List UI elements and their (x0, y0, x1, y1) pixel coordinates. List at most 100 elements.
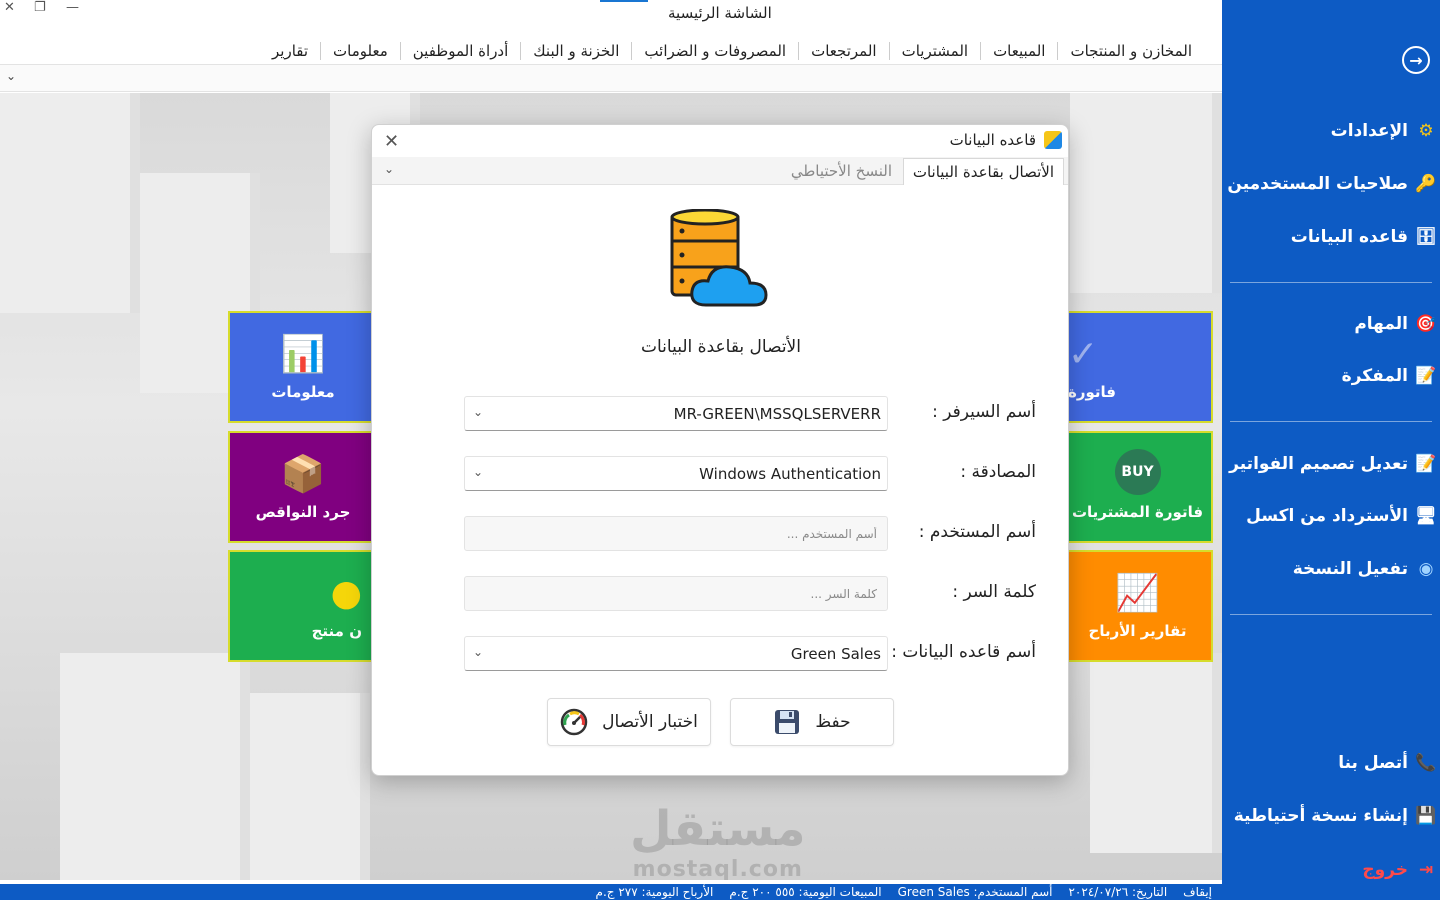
chevron-down-icon: ⌄ (473, 645, 484, 659)
username-field[interactable] (464, 516, 888, 551)
username-label: أسم المستخدم : (918, 522, 1036, 542)
test-connection-label: اختبار الأتصال (602, 712, 698, 732)
title-accent (600, 0, 648, 2)
sidebar-item-label: إنشاء نسخة أحتياطية (1233, 806, 1408, 826)
watermark-arabic: مستقل (630, 801, 806, 857)
target-icon: 🎯 (1415, 314, 1437, 334)
tile-profit-reports[interactable]: 📈 تقارير الأرباح (1062, 550, 1213, 662)
chevron-down-icon: ⌄ (473, 465, 484, 479)
sidebar-item-notepad[interactable]: 📝 المفكرة (1222, 358, 1440, 394)
menu-employees[interactable]: أدراة الموظفين (399, 42, 521, 60)
sidebar-item-label: تفعيل النسخة (1292, 559, 1408, 579)
check-icon: ✓ (1068, 334, 1099, 375)
server-select[interactable]: ⌄ MR-GREEN\MSSQLSERVERR (464, 396, 888, 431)
database-label: أسم قاعده البيانات : (891, 642, 1036, 662)
phone-icon: 📞 (1415, 753, 1437, 773)
watermark-url: mostaql.com (632, 857, 803, 880)
menu-purchases[interactable]: المشتريات (888, 42, 980, 60)
tile-shortage-label: جرد النواقص (255, 503, 351, 521)
database-icon: 🗄 (1415, 227, 1437, 247)
sidebar-divider (1230, 614, 1432, 615)
auth-row: المصادقة : ⌄ Windows Authentication (462, 456, 1052, 492)
dialog-title: قاعده البيانات (949, 131, 1036, 149)
database-cloud-icon (670, 209, 768, 307)
sidebar-item-contact[interactable]: 📞 أتصل بنا (1222, 745, 1440, 781)
sidebar-item-permissions[interactable]: 🔑 صلاحيات المستخدمين (1222, 166, 1440, 202)
sidebar-item-invoice-design[interactable]: 📝 تعديل تصميم الفواتير (1222, 446, 1440, 482)
floppy-disk-icon: 💾 (1415, 806, 1437, 826)
restore-window-button[interactable]: ❐ (34, 0, 46, 15)
sidebar-item-exit[interactable]: ⇥ خروج (1222, 852, 1440, 888)
tile-sales-invoice[interactable]: ✓ فاتورة (1062, 311, 1213, 423)
status-user: أسم المستخدم: Green Sales (897, 885, 1053, 899)
tile-product-label: ن منتج (311, 622, 362, 640)
tile-shortage[interactable]: 📦 جرد النواقص (228, 431, 378, 543)
monitor-icon: 🖥 (1415, 506, 1437, 526)
dialog-heading: الأتصال بقاعدة البيانات (641, 337, 801, 357)
menu-reports[interactable]: تقارير (260, 42, 320, 60)
sidebar-item-label: المهام (1354, 314, 1408, 334)
arrow-right-circle-icon[interactable]: → (1402, 46, 1430, 74)
edit-document-icon: 📝 (1415, 454, 1437, 474)
chevron-down-icon[interactable]: ⌄ (6, 69, 16, 83)
sidebar-item-label: المفكرة (1341, 366, 1408, 386)
close-icon[interactable]: ✕ (384, 131, 399, 152)
product-icon: ● (330, 573, 362, 614)
tile-purchase-invoice-label: فاتورة المشتريات (1071, 503, 1204, 521)
background-cube (250, 693, 370, 880)
password-field[interactable] (464, 576, 888, 611)
test-connection-button[interactable]: اختبار الأتصال (547, 698, 711, 746)
dialog-tabs: الأتصال بقاعدة البيانات النسخ الأحتياطي … (372, 157, 1068, 185)
minimize-window-button[interactable]: — (66, 0, 79, 15)
background-cube (1070, 93, 1222, 293)
dialog-title-bar: قاعده البيانات (950, 131, 1062, 149)
tab-db-connection[interactable]: الأتصال بقاعدة البيانات (902, 158, 1064, 185)
sidebar-item-label: تعديل تصميم الفواتير (1229, 454, 1408, 474)
main-menu: المخازن و المنتجات المبيعات المشتريات ال… (0, 36, 1222, 66)
tab-backup[interactable]: النسخ الأحتياطي (782, 158, 901, 185)
sidebar-item-settings[interactable]: ⚙ الإعدادات (1222, 113, 1440, 149)
database-icon (1044, 131, 1062, 149)
ribbon-bar: ⌄ (0, 64, 1222, 92)
tile-info[interactable]: 📊 معلومات (228, 311, 378, 423)
watermark: مستقل mostaql.com (630, 801, 806, 880)
sidebar: → ⚙ الإعدادات 🔑 صلاحيات المستخدمين 🗄 قاع… (1222, 0, 1440, 900)
sidebar-item-tasks[interactable]: 🎯 المهام (1222, 306, 1440, 342)
close-window-button[interactable]: ✕ (4, 0, 15, 15)
database-select[interactable]: ⌄ Green Sales (464, 636, 888, 671)
notepad-icon: 📝 (1415, 366, 1437, 386)
buy-icon: BUY (1114, 449, 1161, 495)
database-dialog: قاعده البيانات ✕ الأتصال بقاعدة البيانات… (371, 124, 1069, 776)
menu-expenses[interactable]: المصروفات و الضرائب (631, 42, 798, 60)
auth-value: Windows Authentication (699, 464, 881, 483)
sidebar-item-label: الإعدادات (1330, 121, 1408, 141)
status-daily-profit: الأرباح اليومية: ٢٧٧ ج.م (595, 885, 714, 899)
floppy-disk-icon (773, 708, 801, 736)
save-button-label: حفظ (815, 712, 851, 732)
menu-info[interactable]: معلومات (320, 42, 400, 60)
status-bar: إيقاف التاريخ: ٢٠٢٤/٠٧/٢٦ أسم المستخدم: … (0, 884, 1222, 900)
password-row: كلمة السر : (462, 576, 1052, 612)
auth-label: المصادقة : (960, 462, 1036, 482)
username-row: أسم المستخدم : (462, 516, 1052, 552)
sidebar-item-database[interactable]: 🗄 قاعده البيانات (1222, 219, 1440, 255)
chevron-down-icon: ⌄ (473, 405, 484, 419)
profit-chart-icon: 📈 (1115, 573, 1160, 614)
sidebar-item-label: صلاحيات المستخدمين (1227, 174, 1408, 194)
sidebar-divider (1230, 421, 1432, 422)
tile-profit-reports-label: تقارير الأرباح (1088, 622, 1187, 640)
password-label: كلمة السر : (952, 582, 1036, 602)
background-cube (1090, 653, 1222, 853)
sidebar-item-backup[interactable]: 💾 إنشاء نسخة أحتياطية (1222, 798, 1440, 834)
tile-product[interactable]: ● ن منتج (228, 550, 378, 662)
sidebar-item-activation[interactable]: ◉ تفعيل النسخة (1222, 551, 1440, 587)
menu-warehouses[interactable]: المخازن و المنتجات (1057, 42, 1204, 60)
menu-sales[interactable]: المبيعات (980, 42, 1057, 60)
save-button[interactable]: حفظ (730, 698, 894, 746)
chevron-down-icon[interactable]: ⌄ (384, 162, 394, 176)
tile-purchase-invoice[interactable]: BUY فاتورة المشتريات (1062, 431, 1213, 543)
auth-select[interactable]: ⌄ Windows Authentication (464, 456, 888, 491)
menu-returns[interactable]: المرتجعات (798, 42, 888, 60)
sidebar-item-excel-import[interactable]: 🖥 الأسترداد من اكسل (1222, 498, 1440, 534)
menu-treasury[interactable]: الخزنة و البنك (520, 42, 631, 60)
